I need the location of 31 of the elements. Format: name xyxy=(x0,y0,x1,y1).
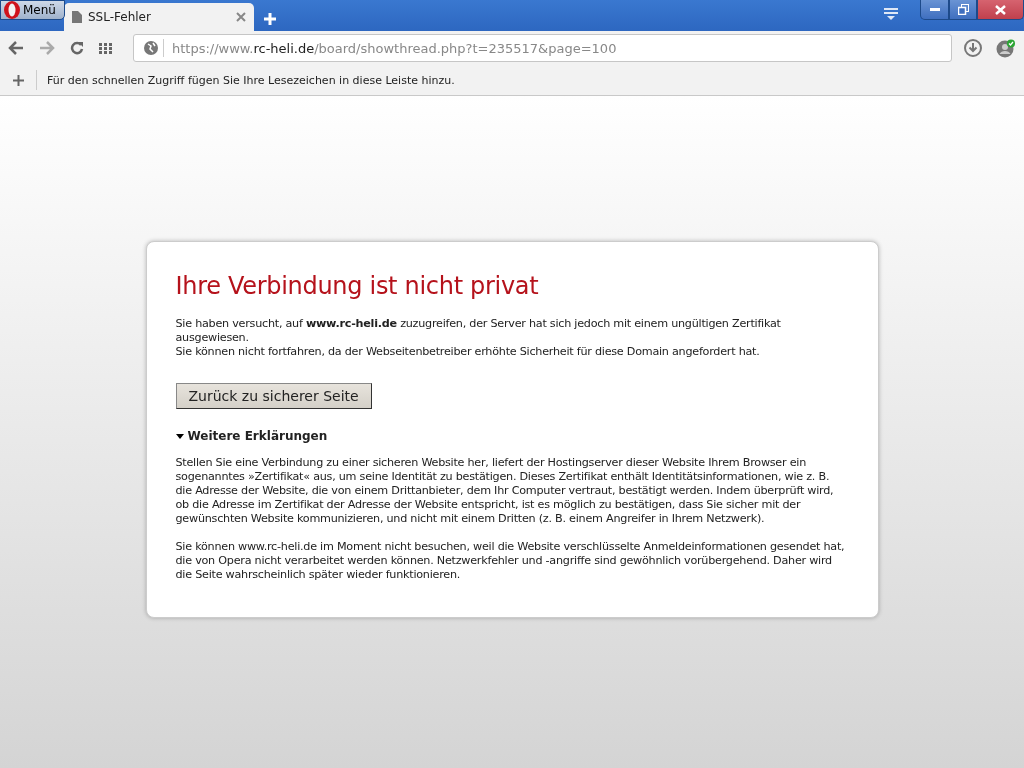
new-tab-icon[interactable] xyxy=(264,13,276,25)
address-field[interactable]: https://www.rc-heli.de/board/showthread.php?t=235517&page=100 xyxy=(133,34,952,62)
explanation-text: Sie können www.rc-heli.de im Moment nicht besuchen, weil die Website verschlüsselte Anmeldeinformationen gesendet hat, die von Opera nicht verarbeitet werden können. Netzwerkfehler und -angriffe sind gewöhnlich vorübergehend. Daher wird die Seite wahrscheinlich später wieder funktionieren. xyxy=(175,540,846,582)
close-tab-icon[interactable] xyxy=(236,12,246,22)
intro-text: Sie haben versucht, auf www.rc-heli.de zuzugreifen, der Server hat sich jedoch mit einem ungültigen Zertifikat ausgewiesen. xyxy=(175,317,782,345)
browser-tab[interactable]: SSL-Fehler xyxy=(64,3,254,31)
menu-button[interactable]: Menü xyxy=(0,0,65,20)
reload-icon[interactable] xyxy=(70,41,84,55)
url-text: https://www.rc-heli.de/board/showthread.php?t=235517&page=100 xyxy=(172,40,617,56)
tab-menu-icon[interactable] xyxy=(884,7,898,21)
error-heading: Ihre Verbindung ist nicht privat xyxy=(175,272,540,300)
grid-icon[interactable] xyxy=(99,42,112,54)
close-button[interactable] xyxy=(977,0,1024,20)
page-icon xyxy=(72,11,82,23)
close-icon xyxy=(995,4,1006,15)
intro-text: Sie können nicht fortfahren, da der Webseitenbetreiber erhöhte Sicherheit für diese Domain angefordert hat. xyxy=(175,345,761,359)
download-icon[interactable] xyxy=(964,39,982,57)
restore-icon xyxy=(957,4,969,15)
details-toggle[interactable]: Weitere Erklärungen xyxy=(175,429,849,443)
bookmarks-hint: Für den schnellen Zugriff fügen Sie Ihre Lesezeichen in diese Leiste hinzu. xyxy=(47,73,455,87)
caret-icon xyxy=(175,433,184,439)
back-to-safety-button[interactable]: Zurück zu sicherer Seite xyxy=(175,383,372,409)
add-bookmark-icon[interactable] xyxy=(13,74,24,86)
minimize-button[interactable] xyxy=(920,0,949,20)
o-logo-icon xyxy=(2,1,22,21)
user-icon[interactable] xyxy=(996,38,1016,58)
explanation-text: Stellen Sie eine Verbindung zu einer sicheren Website her, liefert der Hostingserver dieser Website Ihrem Browser ein sogenanntes »Zertifikat« aus, um seine Identität zu bestätigen. Dieses Zertifikat enthält Identitätsinformationen, wie z. B. die Adresse der Website, die von einem Drittanbieter, dem Ihr Computer vertraut, bestätigt werden. Indem überprüft wird, ob die Adresse im Zertifikat der Adresse der Website entspricht, ist es möglich zu bestätigen, dass Sie sicher mit der gewünschten Website kommunizieren, und nicht mit einem Dritten (z. B. einem Angreifer in Ihrem Netzwerk). xyxy=(175,456,835,526)
restore-button[interactable] xyxy=(949,0,977,20)
minimize-icon xyxy=(929,7,940,12)
back-icon[interactable] xyxy=(8,41,24,55)
globe-icon xyxy=(143,40,159,56)
